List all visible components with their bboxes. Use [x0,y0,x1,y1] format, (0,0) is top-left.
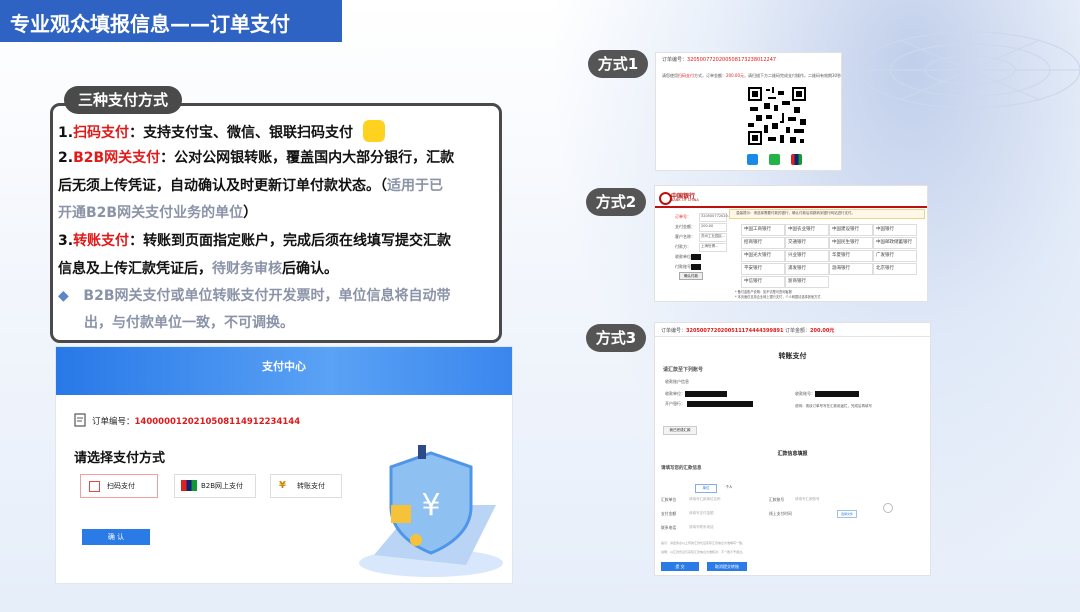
way3-order-row: 订单编号：3205007720200511174444399891 [661,328,784,334]
method-2-line: 2.B2B网关支付：公对公网银转账，覆盖国内大部分银行，汇款 [58,150,455,166]
method-3-name: 转账支付 [73,233,130,249]
wechat-pay-icon [769,154,780,165]
page-title-bar: 专业观众填报信息——订单支付 [0,0,342,42]
method-2-line-2: 后无须上传凭证，自动确认及时更新订单付款状态。（适用于已 [58,178,443,194]
payment-center-screenshot: 支付中心 订单编号：140000012021050811491223414​4 … [55,346,513,584]
cancel-transfer-button[interactable]: 取消提交转账 [707,562,747,571]
bank-option[interactable]: 浙商银行 [785,276,829,288]
bank-option[interactable]: 中国民生银行 [829,237,873,249]
invoice-note-line-1: ◆ B2B网关支付或单位转账支付开发票时，单位信息将自动带 [58,288,451,304]
remitter-input[interactable]: 请填写汇款单位名称 [689,497,721,502]
method-1-desc: 支持支付宝、微信、银联扫码支付 [143,125,354,141]
bank-option[interactable]: 渤海银行 [829,263,873,275]
way1-hint: 请您使用扫码支付方式，订单金额：200.00元，请扫描下方二维码完成支付操作。二… [662,73,842,78]
bank-option[interactable]: 北京银行 [873,263,917,275]
method-3-review-note: 待财务审核 [212,261,282,277]
shield-payment-illustration: ¥ [359,445,503,577]
submit-transfer-button[interactable]: 提 交 [661,562,699,571]
phone-input[interactable]: 请填写联系电话 [689,525,714,530]
method-1-name: 扫码支付 [73,125,130,141]
header-rule [655,206,927,208]
bank-option[interactable]: 浦发银行 [785,263,829,275]
redacted-block [815,391,859,397]
method-2-desc: 公对公网银转账，覆盖国内大部分银行，汇款 [174,150,455,166]
way3-amount-row: 订单金额：200.00元 [785,328,835,334]
bank-option[interactable]: 中国光大银行 [741,250,785,262]
method-2-note: 适用于已 [387,178,443,194]
unionpay-icon [181,480,197,491]
option-scan-pay[interactable]: 扫码支付 [80,474,158,498]
submit-b2b-button[interactable]: 确认付款 [679,272,703,280]
bank-option[interactable]: 中信银行 [741,276,785,288]
method-2-name: B2B网关支付 [73,150,161,166]
svg-text:¥: ¥ [421,488,440,523]
bank-option[interactable]: 交通银行 [785,237,829,249]
redacted-block [687,401,753,407]
alipay-icon [747,154,758,165]
method-3-line-2: 信息及上传汇款凭证后，待财务审核后确认。 [58,261,338,277]
invoice-note-line-2: 出，与付款单位一致，不可调换。 [84,315,294,331]
qr-code-icon [89,481,100,492]
bank-option[interactable]: 招商银行 [741,237,785,249]
option-transfer-pay[interactable]: ¥ 转账支付 [270,474,342,498]
confirm-button[interactable]: 确 认 [82,529,150,545]
order-number-row: 订单编号：140000012021050811491223414​4 [92,417,301,427]
redacted-block [685,391,727,397]
order-number-value: 140000012021050811491223414​4 [134,417,301,427]
page-title: 专业观众填报信息——订单支付 [10,12,290,36]
pay-amount-input[interactable]: 请填写支付金额 [689,511,714,516]
select-file-button[interactable]: 选择文件 [837,510,857,518]
transfer-title: 转账支付 [778,352,807,360]
bank-option[interactable]: 中国邮政储蓄银行 [873,237,917,249]
way-3-label: 方式3 [586,324,646,352]
coin-icon [363,120,386,142]
unionpay-icon [791,154,802,165]
method-3-desc: 转账到页面指定账户，完成后须在线填写提交汇款 [143,233,452,249]
way1-order-row: 订单编号：32050077202005081732380122​47 [662,57,777,63]
way-2-label: 方式2 [586,188,646,216]
option-b2b-pay[interactable]: B2B网上支付 [174,474,256,498]
bank-option[interactable]: 中国工商银行 [741,224,785,236]
remit-account-input[interactable]: 请填写汇款账号 [795,497,820,502]
bank-option[interactable]: 中国建设银行 [829,224,873,236]
payment-qr-code [746,85,808,147]
choose-method-heading: 请选择支付方式 [74,451,166,466]
payment-center-title: 支付中心 [262,360,306,373]
bank-option[interactable]: 兴业银行 [785,250,829,262]
tab-personal[interactable]: 个人 [719,484,739,491]
bank-option[interactable]: 中国农业银行 [785,224,829,236]
redacted-block [691,254,701,260]
bank-notice: 温馨提示：请选择需要付款的银行，确认付款后将跳转到银行网站进行支付。 [729,209,925,219]
bank-option[interactable]: 华夏银行 [829,250,873,262]
redacted-block [691,264,701,270]
way-1-screenshot: 订单编号：32050077202005081732380122​47 请您使用扫… [655,52,842,171]
bank-option[interactable]: 广发银行 [873,250,917,262]
way-3-screenshot: 订单编号：3205007720200511174444399891 订单金额：2… [654,322,931,576]
copy-info-button[interactable]: 我已完成汇款 [663,426,697,435]
diamond-bullet-icon: ◆ [58,288,69,304]
panel-tag: 三种支付方式 [64,86,182,114]
bank-option[interactable]: 中国银行 [873,224,917,236]
way-2-screenshot: 中国银行 BANK OF CHINA 订单号： 320500772020... … [654,185,928,302]
payment-center-header: 支付中心 [56,347,512,395]
add-circle-icon[interactable] [883,503,893,513]
method-1-line: 1.扫码支付：支持支付宝、微信、银联扫码支付 [58,120,386,142]
order-icon [74,413,88,429]
exhibition-center-illustration [859,31,1080,109]
method-2-line-3: 开通B2B网关支付业务的单位） [58,205,258,221]
way-1-label: 方式1 [588,50,648,78]
bank-option[interactable]: 平安银行 [741,263,785,275]
yuan-icon: ¥ [279,480,286,491]
tab-company[interactable]: 单位 [695,484,717,493]
method-3-line: 3.转账支付：转账到页面指定账户，完成后须在线填写提交汇款 [58,233,452,249]
